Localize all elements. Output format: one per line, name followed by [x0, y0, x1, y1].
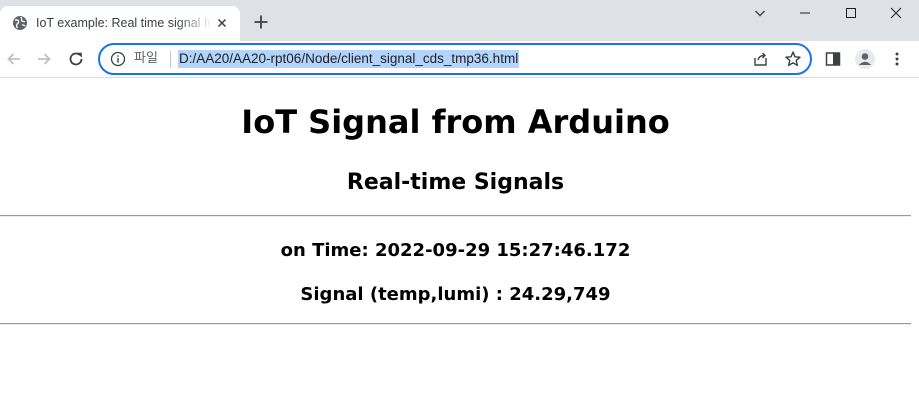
back-button[interactable] [2, 47, 26, 71]
tab-search-button[interactable] [737, 0, 783, 26]
top-divider [0, 215, 911, 217]
address-bar[interactable]: 파일 D:/AA20/AA20-rpt06/Node/client_signal… [98, 43, 812, 75]
browser-tab[interactable]: IoT example: Real time signal from Ardui… [0, 6, 240, 41]
page-subtitle: Real-time Signals [346, 170, 565, 195]
info-icon[interactable] [110, 51, 126, 67]
url-scheme-label: 파일 [134, 51, 158, 66]
reload-button[interactable] [64, 47, 88, 71]
new-tab-button[interactable] [250, 11, 272, 33]
window-close-button[interactable] [873, 0, 919, 26]
arrow-left-icon [7, 53, 20, 65]
globe-icon [12, 15, 28, 31]
page-title: IoT Signal from Arduino [241, 103, 670, 141]
time-readout: on Time: 2022-09-29 15:27:46.172 [280, 240, 631, 261]
reload-icon [69, 52, 83, 66]
tab-strip: IoT example: Real time signal from Ardui… [0, 0, 919, 41]
menu-button[interactable] [885, 47, 909, 71]
tab-title: IoT example: Real time signal from Ardui… [36, 16, 212, 30]
omnibox-divider [170, 51, 171, 68]
profile-icon [855, 49, 875, 69]
url-input[interactable]: D:/AA20/AA20-rpt06/Node/client_signal_cd… [178, 50, 520, 68]
browser-toolbar: 파일 D:/AA20/AA20-rpt06/Node/client_signal… [0, 41, 919, 77]
signal-readout: Signal (temp,lumi) : 24.29,749 [300, 284, 611, 305]
arrow-right-icon [38, 53, 51, 65]
minimize-button[interactable] [782, 0, 828, 26]
side-panel-icon [825, 52, 841, 66]
kebab-menu-icon [895, 52, 899, 66]
star-icon[interactable] [784, 50, 802, 68]
maximize-button[interactable] [828, 0, 874, 26]
close-icon[interactable] [214, 15, 230, 31]
bottom-divider [0, 323, 911, 325]
forward-button[interactable] [32, 47, 56, 71]
profile-button[interactable] [853, 47, 877, 71]
side-panel-button[interactable] [821, 47, 845, 71]
share-icon[interactable] [752, 50, 770, 68]
page-content: IoT Signal from Arduino Real-time Signal… [0, 78, 919, 401]
